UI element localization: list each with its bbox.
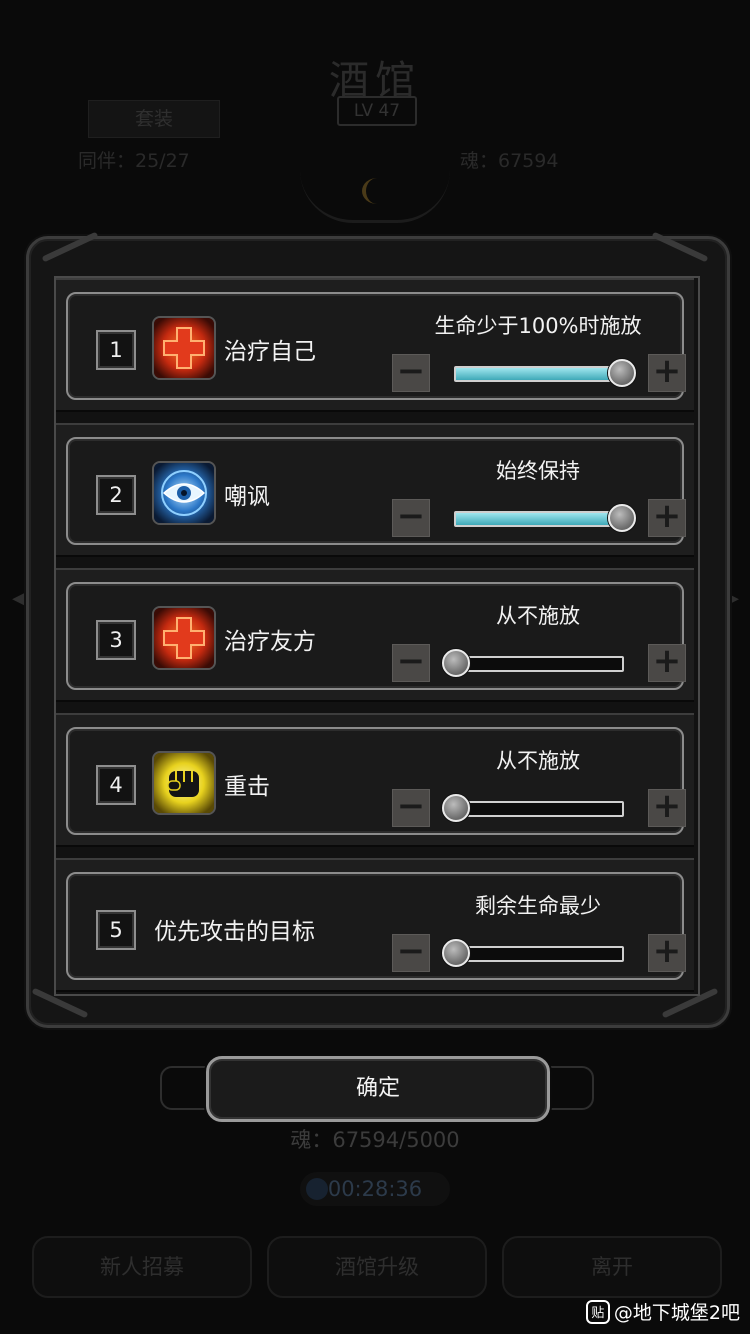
cast-condition: 从不施放 bbox=[496, 604, 580, 628]
skill-row-panel: 5 优先攻击的目标 剩余生命最少 − + bbox=[66, 872, 686, 980]
slider-handle[interactable] bbox=[442, 939, 470, 967]
bg-tab-set: 套装 bbox=[88, 100, 220, 138]
skill-row-panel: 4 重击 从不施放 − + bbox=[66, 727, 686, 835]
slider-fill bbox=[456, 368, 622, 380]
target-condition: 剩余生命最少 bbox=[475, 894, 601, 918]
bg-soul-counter: 魂：67594/5000 bbox=[290, 1128, 460, 1152]
bg-stat-companions: 同伴：25/27 bbox=[78, 150, 190, 172]
decrease-button[interactable]: − bbox=[392, 789, 430, 827]
heal-cross-icon bbox=[152, 316, 216, 380]
skill-name: 重击 bbox=[224, 774, 270, 800]
skill-row-panel: 3 治疗友方 从不施放 − + bbox=[66, 582, 686, 690]
watermark: 贴 @地下城堡2吧 bbox=[585, 1298, 740, 1325]
bg-stat-soul: 魂：67594 bbox=[460, 150, 559, 172]
decrease-button[interactable]: − bbox=[392, 499, 430, 537]
skill-name: 治疗自己 bbox=[224, 339, 316, 365]
increase-button[interactable]: + bbox=[648, 354, 686, 392]
fist-strike-icon bbox=[152, 751, 216, 815]
condition-slider-track[interactable] bbox=[454, 366, 624, 382]
bg-button-upgrade: 酒馆升级 bbox=[267, 1236, 487, 1298]
confirm-button[interactable]: 确定 bbox=[206, 1056, 550, 1122]
bg-timer-text: 00:28:36 bbox=[327, 1177, 423, 1201]
slider-handle[interactable] bbox=[442, 649, 470, 677]
target-priority-row: 5 优先攻击的目标 剩余生命最少 − + bbox=[56, 858, 694, 992]
increase-button[interactable]: + bbox=[648, 934, 686, 972]
cast-condition: 从不施放 bbox=[496, 749, 580, 773]
slider-handle[interactable] bbox=[608, 504, 636, 532]
slider-handle[interactable] bbox=[442, 794, 470, 822]
bg-timer: 00:28:36 bbox=[300, 1172, 450, 1206]
skill-name: 嘲讽 bbox=[224, 484, 270, 510]
decrease-button[interactable]: − bbox=[392, 644, 430, 682]
bg-button-recruit: 新人招募 bbox=[32, 1236, 252, 1298]
slider-handle[interactable] bbox=[608, 359, 636, 387]
row-index: 1 bbox=[96, 330, 136, 370]
bg-button-leave: 离开 bbox=[502, 1236, 722, 1298]
condition-slider-track[interactable] bbox=[454, 946, 624, 962]
decrease-button[interactable]: − bbox=[392, 354, 430, 392]
row-index: 2 bbox=[96, 475, 136, 515]
increase-button[interactable]: + bbox=[648, 789, 686, 827]
increase-button[interactable]: + bbox=[648, 644, 686, 682]
watermark-text: @地下城堡2吧 bbox=[613, 1302, 740, 1324]
row-index: 5 bbox=[96, 910, 136, 950]
row-index: 4 bbox=[96, 765, 136, 805]
increase-button[interactable]: + bbox=[648, 499, 686, 537]
skill-row-panel: 2 嘲讽 始终保持 − + bbox=[66, 437, 686, 545]
tieba-icon: 贴 bbox=[585, 1299, 610, 1324]
condition-slider-track[interactable] bbox=[454, 511, 624, 527]
skill-row: 1 治疗自己 生命少于100%时施放 − + bbox=[56, 278, 694, 412]
skill-row: 4 重击 从不施放 − + bbox=[56, 713, 694, 847]
bg-level-badge: LV 47 bbox=[337, 96, 417, 126]
eye-taunt-icon bbox=[152, 461, 216, 525]
moon-icon bbox=[362, 178, 392, 204]
cast-condition: 始终保持 bbox=[496, 459, 580, 483]
skill-row: 3 治疗友方 从不施放 − + bbox=[56, 568, 694, 702]
row-index: 3 bbox=[96, 620, 136, 660]
timer-icon bbox=[306, 1178, 328, 1200]
condition-slider-track[interactable] bbox=[454, 656, 624, 672]
skill-name: 治疗友方 bbox=[224, 629, 316, 655]
decrease-button[interactable]: − bbox=[392, 934, 430, 972]
target-priority-label: 优先攻击的目标 bbox=[154, 919, 315, 945]
skill-row: 2 嘲讽 始终保持 − + bbox=[56, 423, 694, 557]
slider-fill bbox=[456, 513, 622, 525]
heal-cross-icon bbox=[152, 606, 216, 670]
condition-slider-track[interactable] bbox=[454, 801, 624, 817]
skill-row-panel: 1 治疗自己 生命少于100%时施放 − + bbox=[66, 292, 686, 400]
cast-condition: 生命少于100%时施放 bbox=[434, 314, 642, 338]
